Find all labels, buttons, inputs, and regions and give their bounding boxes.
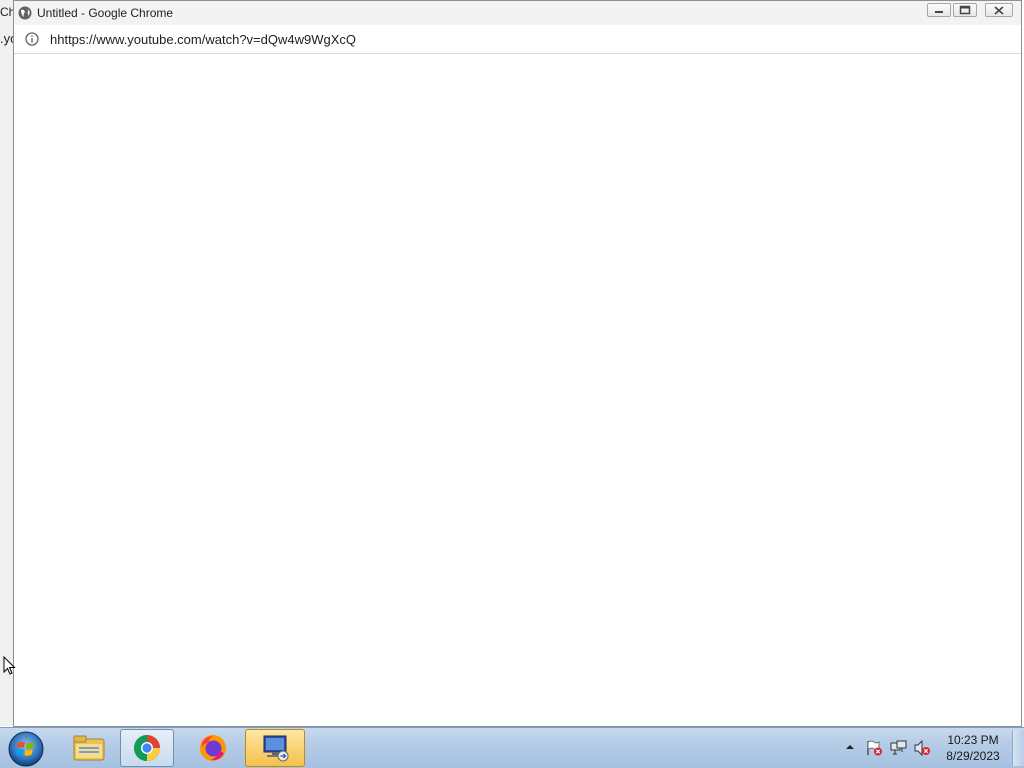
globe-icon <box>18 6 32 20</box>
taskbar-firefox-button[interactable] <box>186 729 240 767</box>
action-center-flag-icon[interactable] <box>865 740 883 756</box>
tray-expand-icon[interactable] <box>845 742 855 752</box>
clock-date: 8/29/2023 <box>946 749 1000 763</box>
clock-time: 10:23 PM <box>947 733 999 747</box>
volume-muted-icon[interactable] <box>913 740 931 756</box>
address-bar <box>14 25 1021 54</box>
chrome-icon <box>133 735 161 762</box>
close-icon <box>994 5 1004 15</box>
taskbar-explorer-button[interactable] <box>62 729 116 767</box>
taskbar: 10:23 PM 8/29/2023 <box>0 727 1024 768</box>
restore-button[interactable] <box>953 3 977 17</box>
title-bar[interactable]: Untitled - Google Chrome <box>14 1 1021 25</box>
minimize-button[interactable] <box>927 3 951 17</box>
page-content[interactable] <box>14 54 1021 726</box>
folder-icon <box>73 735 105 761</box>
taskbar-chrome-button[interactable] <box>120 729 174 767</box>
maximize-icon <box>959 5 971 15</box>
taskbar-remote-desktop-button[interactable] <box>245 729 305 767</box>
remote-desktop-icon <box>263 735 289 762</box>
network-icon[interactable] <box>890 740 908 756</box>
firefox-icon <box>200 735 226 761</box>
window-title: Untitled - Google Chrome <box>37 6 174 20</box>
chrome-window: Untitled - Google Chrome <box>13 0 1022 727</box>
mouse-cursor-icon <box>3 656 16 675</box>
windows-start-icon[interactable] <box>7 730 45 768</box>
minimize-icon <box>935 11 943 13</box>
url-field[interactable] <box>50 30 950 48</box>
show-desktop-button[interactable] <box>1012 730 1024 766</box>
close-button[interactable] <box>985 3 1013 17</box>
info-icon[interactable] <box>25 32 39 46</box>
system-clock[interactable]: 10:23 PM 8/29/2023 <box>938 732 1008 764</box>
